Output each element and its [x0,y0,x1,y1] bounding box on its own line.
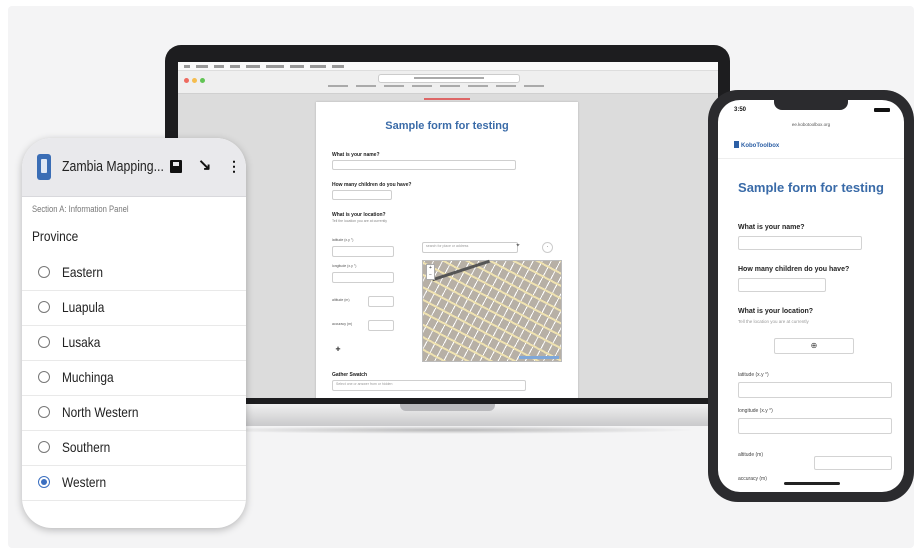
ios-longitude-label: longitude (x.y °) [738,408,773,414]
children-input[interactable] [332,190,392,200]
laptop-shadow [200,426,700,434]
ios-question-location: What is your location? [738,308,814,315]
name-input[interactable] [332,160,516,170]
laptop-screen: Sample form for testing What is your nam… [178,62,718,398]
ios-altitude-label: altitude (m) [738,452,764,458]
zoom-window-icon[interactable] [200,78,205,83]
app-toolbar: Zambia Mapping... ↘ ⋮ [22,138,246,197]
accuracy-input[interactable] [368,320,394,331]
option-label: Muchinga [62,369,114,385]
app-icon [37,154,51,180]
save-icon[interactable] [170,160,182,173]
form-title: Sample form for testing [385,120,509,132]
radio-button[interactable] [38,301,50,313]
question-children-label: How many children do you have? [332,182,412,188]
radio-button-selected[interactable] [38,476,50,488]
option-label: Lusaka [62,334,101,350]
map-widget[interactable]: + − [422,259,562,362]
ios-gps-button[interactable]: ⊕ [774,338,854,354]
iphone-screen: 3:50 ee.kobotoolbox.org KoboToolbox Samp… [718,100,904,492]
web-form: Sample form for testing What is your nam… [316,102,578,398]
app-title: Zambia Mapping... [62,158,164,175]
add-point-icon[interactable]: ✚ [332,346,344,355]
option-eastern[interactable]: Eastern [22,256,246,291]
radio-button[interactable] [38,336,50,348]
battery-icon [874,108,890,112]
option-label: Eastern [62,264,104,280]
option-lusaka[interactable]: Lusaka [22,326,246,361]
status-time: 3:50 [734,107,747,113]
option-western[interactable]: Western [22,466,246,501]
ios-name-input[interactable] [738,236,862,250]
option-label: Luapula [62,299,105,315]
ios-longitude-input[interactable] [738,418,892,434]
mac-menubar [178,62,718,71]
altitude-input[interactable] [368,296,394,307]
android-phone: Zambia Mapping... ↘ ⋮ Section A: Informa… [22,138,246,528]
question-location-label: What is your location? [332,212,386,218]
window-controls[interactable] [184,78,205,83]
longitude-label: longitude (x.y °) [332,264,357,268]
latitude-label: latitude (x.y °) [332,238,354,242]
ios-url[interactable]: ee.kobotoolbox.org [748,120,874,129]
select-placeholder: Select one or answer from or hidden [336,382,393,386]
latitude-input[interactable] [332,246,394,257]
option-list: Eastern Luapula Lusaka Muchinga North We… [22,256,246,501]
kobo-logo: KoboToolbox [734,141,779,149]
map-attribution [519,356,559,359]
gps-button[interactable]: · [542,242,553,253]
address-bar[interactable] [378,74,520,83]
map-search-placeholder: search for place or address [426,244,469,248]
option-southern[interactable]: Southern [22,431,246,466]
option-muchinga[interactable]: Muchinga [22,361,246,396]
banner-strip [424,98,470,100]
ios-children-input[interactable] [738,278,826,292]
laptop-trackpad-notch [400,404,495,411]
radio-button[interactable] [38,266,50,278]
browser-toolbar [178,71,718,94]
map-road [432,259,490,282]
ios-question-name: What is your name? [738,224,805,231]
accuracy-label: accuracy (m) [332,322,353,326]
radio-button[interactable] [38,441,50,453]
ios-latitude-input[interactable] [738,382,892,398]
ios-latitude-label: latitude (x.y °) [738,372,769,378]
more-vert-icon[interactable]: ⋮ [227,157,241,175]
ios-location-hint: Tell the location you are at currently [738,319,809,324]
question-label: Province [32,228,79,244]
question-name-label: What is your name? [332,152,380,158]
locate-icon[interactable]: ⌖ [512,242,524,251]
iphone-notch [774,100,848,110]
altitude-label: altitude (m) [332,298,350,302]
bookmarks-bar [328,85,544,87]
map-zoom-control[interactable]: + − [426,264,435,280]
option-label: Western [62,474,107,490]
ios-question-children: How many children do you have? [738,266,850,273]
radio-button[interactable] [38,371,50,383]
ios-accuracy-label: accuracy (m) [738,476,767,482]
option-north-western[interactable]: North Western [22,396,246,431]
ios-home-indicator[interactable] [784,482,840,485]
ios-altitude-input[interactable] [814,456,892,470]
close-window-icon[interactable] [184,78,189,83]
location-hint: Tell the location you are at currently [332,219,388,223]
minimize-window-icon[interactable] [192,78,197,83]
radio-button[interactable] [38,406,50,418]
question-select-label: Gather Swatch [332,372,368,378]
sync-icon[interactable]: ↘ [198,157,211,175]
option-label: Southern [62,439,111,455]
option-luapula[interactable]: Luapula [22,291,246,326]
option-label: North Western [62,404,139,420]
ios-form-title: Sample form for testing [738,180,884,195]
longitude-input[interactable] [332,272,394,283]
group-label: Section A: Information Panel [32,204,129,214]
